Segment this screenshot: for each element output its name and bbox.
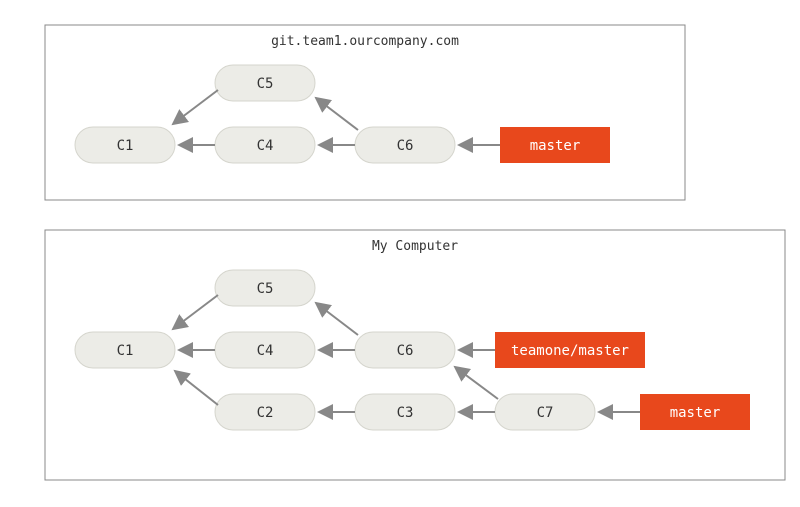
commit-c4-remote: C4 bbox=[215, 127, 315, 163]
arrow-c6-c5-local bbox=[316, 303, 358, 335]
svg-text:C6: C6 bbox=[397, 343, 414, 359]
remote-title: git.team1.ourcompany.com bbox=[271, 34, 459, 49]
commit-c1-remote: C1 bbox=[75, 127, 175, 163]
svg-text:C4: C4 bbox=[257, 343, 274, 359]
commit-c7-local: C7 bbox=[495, 394, 595, 430]
local-title: My Computer bbox=[372, 239, 458, 254]
git-diagram: git.team1.ourcompany.com C1 C4 C5 C6 mas… bbox=[0, 0, 800, 507]
svg-text:C1: C1 bbox=[117, 138, 134, 154]
commit-c1-local: C1 bbox=[75, 332, 175, 368]
ref-teamone-master-local: teamone/master bbox=[495, 332, 645, 368]
svg-text:C6: C6 bbox=[397, 138, 414, 154]
svg-text:C2: C2 bbox=[257, 405, 274, 421]
arrow-c5-c1-local bbox=[173, 295, 218, 329]
svg-text:teamone/master: teamone/master bbox=[511, 343, 629, 359]
svg-text:master: master bbox=[670, 405, 721, 421]
commit-c3-local: C3 bbox=[355, 394, 455, 430]
svg-text:C7: C7 bbox=[537, 405, 554, 421]
arrow-c2-c1-local bbox=[175, 371, 218, 405]
ref-master-remote: master bbox=[500, 127, 610, 163]
commit-c5-remote: C5 bbox=[215, 65, 315, 101]
arrow-c5-c1-remote bbox=[173, 90, 218, 124]
arrow-c7-c6-local bbox=[455, 367, 498, 399]
ref-master-local: master bbox=[640, 394, 750, 430]
svg-text:C5: C5 bbox=[257, 76, 274, 92]
svg-text:master: master bbox=[530, 138, 581, 154]
remote-panel bbox=[45, 25, 685, 200]
commit-c6-local: C6 bbox=[355, 332, 455, 368]
svg-text:C5: C5 bbox=[257, 281, 274, 297]
commit-c2-local: C2 bbox=[215, 394, 315, 430]
commit-c5-local: C5 bbox=[215, 270, 315, 306]
arrow-c6-c5-remote bbox=[316, 98, 358, 130]
svg-text:C3: C3 bbox=[397, 405, 414, 421]
commit-c6-remote: C6 bbox=[355, 127, 455, 163]
svg-text:C4: C4 bbox=[257, 138, 274, 154]
commit-c4-local: C4 bbox=[215, 332, 315, 368]
svg-text:C1: C1 bbox=[117, 343, 134, 359]
